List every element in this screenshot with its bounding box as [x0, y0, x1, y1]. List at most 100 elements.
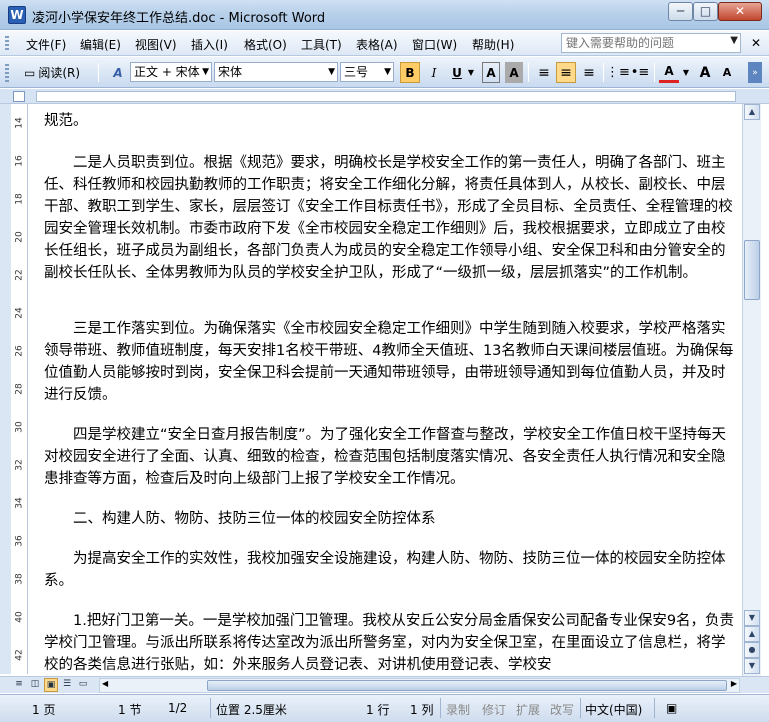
reading-mode-button[interactable]: ▭ 阅读(R) [20, 62, 84, 83]
numbered-list-icon[interactable]: ⋮≡ [606, 62, 630, 83]
bulleted-list-icon[interactable]: •≡ [630, 62, 650, 83]
empty-paragraph[interactable] [44, 488, 737, 508]
status-track-changes[interactable]: 修订 [482, 701, 506, 718]
font-select[interactable]: 宋体 ▼ [214, 62, 338, 82]
next-page-icon[interactable]: ▼ [744, 658, 760, 674]
left-margin-pane [0, 104, 11, 674]
vertical-scroll-thumb[interactable] [744, 240, 760, 300]
font-size-value: 三号 [344, 65, 369, 79]
normal-view-icon[interactable]: ≡ [12, 678, 26, 692]
close-button[interactable]: ✕ [718, 2, 762, 21]
title-bar: W 凌河小学保安年终工作总结.doc - Microsoft Word ─ □ … [0, 0, 769, 30]
menubar-grip[interactable] [5, 36, 9, 51]
empty-paragraph[interactable] [44, 298, 737, 318]
menu-table[interactable]: 表格(A) [356, 36, 398, 53]
menu-window[interactable]: 窗口(W) [412, 36, 457, 53]
word-app-icon[interactable]: W [8, 6, 26, 24]
web-view-icon[interactable]: ◫ [28, 678, 42, 692]
paragraph[interactable]: 1.把好门卫第一关。一是学校加强门卫管理。我校从安丘公安分局金盾保安公司配备专业… [44, 610, 737, 674]
menu-insert[interactable]: 插入(I) [191, 36, 228, 53]
browse-object-icon[interactable]: ● [744, 642, 760, 658]
char-shading-icon[interactable]: A [505, 62, 523, 83]
tab-selector-icon[interactable] [13, 91, 25, 102]
vruler-number: 40 [14, 611, 25, 623]
vruler-number: 22 [14, 269, 25, 281]
scroll-down-icon[interactable]: ▼ [744, 610, 760, 626]
bold-button[interactable]: B [400, 62, 420, 83]
status-page-of[interactable]: 1/2 [168, 701, 187, 715]
chevron-down-icon[interactable]: ▼ [384, 63, 391, 81]
minimize-button[interactable]: ─ [668, 2, 693, 21]
grow-font-button[interactable]: A [695, 62, 715, 83]
menu-tools[interactable]: 工具(T) [301, 36, 342, 53]
paragraph[interactable]: 规范。 [44, 110, 737, 132]
menu-view[interactable]: 视图(V) [135, 36, 177, 53]
status-overtype[interactable]: 改写 [550, 701, 574, 718]
font-size-select[interactable]: 三号 ▼ [340, 62, 394, 82]
status-page[interactable]: 1 页 [32, 701, 55, 718]
char-border-icon[interactable]: A [482, 62, 500, 83]
view-and-hscroll-bar: ≡ ◫ ▣ ☰ ▭ ◀ ▶ [0, 676, 769, 693]
menu-file[interactable]: 文件(F) [26, 36, 66, 53]
align-right-icon[interactable]: ≡ [579, 62, 599, 83]
scroll-right-icon[interactable]: ▶ [731, 679, 737, 688]
section-heading[interactable]: 二、构建人防、物防、技防三位一体的校园安全防控体系 [44, 508, 737, 530]
underline-button[interactable]: U [447, 62, 467, 83]
toolbar-options-icon[interactable]: » [748, 62, 762, 83]
style-select[interactable]: 正文 + 宋体 ▼ [130, 62, 212, 82]
paragraph[interactable]: 三是工作落实到位。为确保落实《全市校园安全稳定工作细则》中学生随到随入校要求，学… [44, 318, 737, 406]
chevron-down-icon[interactable]: ▼ [328, 63, 335, 81]
empty-paragraph[interactable] [44, 132, 737, 152]
menu-edit[interactable]: 编辑(E) [80, 36, 121, 53]
status-record-macro[interactable]: 录制 [446, 701, 470, 718]
help-search-box[interactable]: ▼ [561, 33, 741, 53]
horizontal-ruler-bar [0, 89, 769, 104]
horizontal-ruler[interactable] [36, 91, 736, 102]
empty-paragraph[interactable] [44, 530, 737, 550]
paragraph[interactable]: 四是学校建立“安全日查月报告制度”。为了强化安全工作督查与整改，学校安全工作值日… [44, 424, 737, 490]
scroll-left-icon[interactable]: ◀ [102, 679, 108, 688]
status-separator [210, 698, 211, 718]
shrink-font-button[interactable]: A [718, 62, 736, 83]
paragraph[interactable]: 二是人员职责到位。根据《规范》要求，明确校长是学校安全工作的第一责任人，明确了各… [44, 152, 737, 284]
chevron-down-icon[interactable]: ▼ [202, 63, 209, 81]
document-page[interactable]: 规范。 二是人员职责到位。根据《规范》要求，明确校长是学校安全工作的第一责任人，… [29, 104, 742, 674]
status-line[interactable]: 1 行 [366, 701, 389, 718]
vruler-number: 24 [14, 307, 25, 319]
vertical-scrollbar[interactable]: ▲ ▼ ▲ ● ▼ [742, 104, 761, 676]
menu-help[interactable]: 帮助(H) [472, 36, 514, 53]
status-extend[interactable]: 扩展 [516, 701, 540, 718]
reading-view-icon[interactable]: ▭ [76, 678, 90, 692]
status-language[interactable]: 中文(中国) [585, 701, 642, 718]
scroll-up-icon[interactable]: ▲ [744, 104, 760, 120]
horizontal-scroll-thumb[interactable] [207, 680, 727, 691]
horizontal-scrollbar[interactable]: ◀ ▶ [99, 678, 740, 693]
chevron-down-icon[interactable]: ▼ [681, 62, 691, 83]
status-separator [580, 698, 581, 718]
maximize-button[interactable]: □ [693, 2, 718, 21]
print-layout-icon[interactable]: ▣ [44, 678, 58, 692]
italic-button[interactable]: I [424, 62, 444, 83]
paragraph[interactable]: 为提高安全工作的实效性，我校加强安全设施建设，构建人防、物防、技防三位一体的校园… [44, 548, 737, 592]
toolbar-grip[interactable] [5, 64, 9, 82]
vertical-ruler[interactable]: 14 16 18 20 22 24 26 28 30 32 34 36 38 4… [11, 104, 28, 674]
status-column[interactable]: 1 列 [410, 701, 433, 718]
empty-paragraph[interactable] [44, 592, 737, 612]
chevron-down-icon[interactable]: ▼ [730, 35, 738, 46]
formatting-toolbar: ▭ 阅读(R) A 正文 + 宋体 ▼ 宋体 ▼ 三号 ▼ B I U ▼ A A ≡ … [0, 57, 769, 88]
previous-page-icon[interactable]: ▲ [744, 626, 760, 642]
spelling-check-icon[interactable]: ▣ [666, 701, 677, 715]
status-position[interactable]: 位置 2.5厘米 [216, 701, 287, 718]
help-search-input[interactable] [562, 34, 722, 52]
close-document-icon[interactable]: ✕ [751, 36, 761, 50]
justify-icon[interactable]: ≡ [534, 62, 554, 83]
vruler-number: 14 [14, 117, 25, 129]
menu-format[interactable]: 格式(O) [244, 36, 287, 53]
chevron-down-icon[interactable]: ▼ [466, 62, 476, 83]
status-section[interactable]: 1 节 [118, 701, 141, 718]
empty-paragraph[interactable] [44, 404, 737, 424]
styles-pane-icon[interactable]: A [108, 62, 128, 83]
align-center-icon[interactable]: ≡ [556, 62, 576, 83]
font-color-button[interactable]: A [659, 62, 679, 83]
outline-view-icon[interactable]: ☰ [60, 678, 74, 692]
